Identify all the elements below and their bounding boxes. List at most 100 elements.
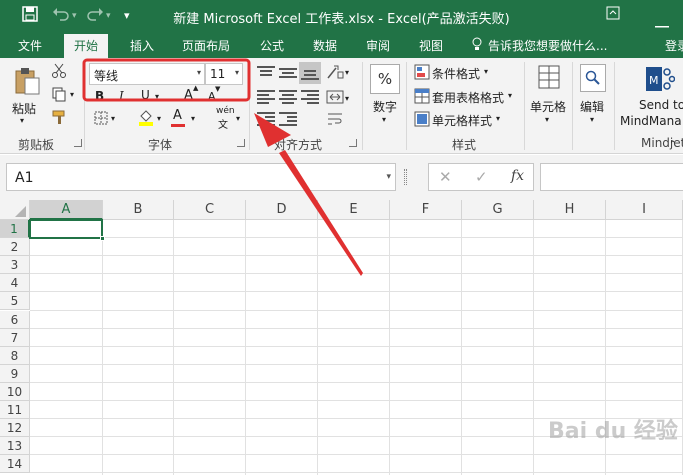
cell-styles-button[interactable]: 单元格样式 [432,112,492,129]
format-as-table-button[interactable]: 套用表格格式 [432,89,504,106]
tab-page-layout[interactable]: 页面布局 [182,37,230,54]
copy-dropdown-icon[interactable]: ▾ [70,90,74,99]
find-icon[interactable] [580,64,606,92]
table-dropdown-icon[interactable]: ▾ [508,91,512,100]
column-header-f[interactable]: F [390,200,462,220]
tab-file[interactable]: 文件 [18,37,42,54]
number-dropdown-icon[interactable]: ▾ [382,115,386,124]
editing-dropdown-icon[interactable]: ▾ [590,115,594,124]
column-header-c[interactable]: C [174,200,246,220]
collapse-ribbon-icon[interactable]: ⌃ [669,140,677,150]
cut-icon[interactable] [50,62,68,80]
italic-button[interactable]: I [119,89,124,103]
send-to-label[interactable]: Send to [639,98,683,112]
column-header-h[interactable]: H [534,200,606,220]
row-header-14[interactable]: 14 [0,455,30,474]
tab-view[interactable]: 视图 [419,37,443,54]
row-header-4[interactable]: 4 [0,274,30,293]
borders-dropdown-icon[interactable]: ▾ [111,114,115,123]
column-header-g[interactable]: G [462,200,534,220]
editing-button[interactable]: 编辑 [580,98,604,115]
mindmanager-icon[interactable]: M [645,64,675,94]
row-header-10[interactable]: 10 [0,382,30,401]
ribbon-display-options-icon[interactable] [606,6,620,24]
select-all-corner[interactable] [0,200,30,220]
decrease-indent-icon[interactable] [257,112,275,126]
fill-color-icon[interactable] [137,108,155,126]
alignment-launcher-icon[interactable] [349,139,357,147]
row-header-6[interactable]: 6 [0,310,30,329]
phonetic-guide-button[interactable]: wén [216,106,235,116]
grow-font-button[interactable]: A [184,88,193,103]
row-header-9[interactable]: 9 [0,364,30,383]
merge-dropdown-icon[interactable]: ▾ [345,94,349,103]
tell-me-box[interactable]: 告诉我您想要做什么... [488,37,607,54]
align-top-icon[interactable] [257,66,275,80]
fill-color-dropdown-icon[interactable]: ▾ [157,114,161,123]
column-header-e[interactable]: E [318,200,390,220]
paste-button[interactable]: 粘贴 [12,100,36,117]
enter-icon[interactable]: ✓ [475,168,488,186]
formula-input[interactable] [540,163,683,191]
row-header-5[interactable]: 5 [0,292,30,311]
row-header-12[interactable]: 12 [0,419,30,438]
font-color-button[interactable]: A [173,108,182,123]
formula-bar-splitter[interactable] [404,169,407,185]
font-size-select[interactable]: 11 ▾ [205,63,243,85]
cells-dropdown-icon[interactable]: ▾ [545,115,549,124]
tab-review[interactable]: 审阅 [366,37,390,54]
wrap-text-icon[interactable] [325,110,345,128]
row-header-8[interactable]: 8 [0,346,30,365]
cells-icon[interactable] [536,62,562,92]
active-cell-a1[interactable] [29,219,103,239]
row-header-2[interactable]: 2 [0,238,30,257]
fill-handle[interactable] [100,236,105,241]
column-header-a[interactable]: A [30,200,103,220]
orientation-dropdown-icon[interactable]: ▾ [345,68,349,77]
paste-icon[interactable] [10,64,44,98]
column-header-i[interactable]: I [606,200,683,220]
signin-link[interactable]: 登录 [665,37,683,54]
align-right-icon[interactable] [301,90,319,104]
font-name-select[interactable]: 等线 ▾ [89,63,205,85]
bold-button[interactable]: B [95,89,104,103]
tab-home[interactable]: 开始 [74,37,98,54]
merge-center-icon[interactable] [325,88,345,106]
tab-data[interactable]: 数据 [313,37,337,54]
conditional-dropdown-icon[interactable]: ▾ [484,67,488,76]
tab-formulas[interactable]: 公式 [260,37,284,54]
row-header-13[interactable]: 13 [0,437,30,456]
clipboard-launcher-icon[interactable] [74,139,82,147]
align-middle-icon[interactable] [279,66,297,80]
font-color-dropdown-icon[interactable]: ▾ [191,114,195,123]
column-header-b[interactable]: B [103,200,174,220]
copy-icon[interactable] [50,85,68,103]
cells-button[interactable]: 单元格 [530,98,566,115]
row-header-11[interactable]: 11 [0,401,30,419]
phonetic-dropdown-icon[interactable]: ▾ [236,114,240,123]
row-header-7[interactable]: 7 [0,328,30,347]
minimize-icon[interactable] [655,14,669,32]
cancel-icon[interactable]: ✕ [439,168,452,186]
insert-function-button[interactable]: fx [511,168,524,184]
borders-icon[interactable] [93,110,109,126]
align-center-icon[interactable] [279,90,297,104]
increase-indent-icon[interactable] [279,112,297,126]
row-header-1[interactable]: 1 [0,220,30,238]
format-painter-icon[interactable] [50,108,68,126]
name-box[interactable]: A1 ▾ [6,163,396,191]
row-header-3[interactable]: 3 [0,256,30,275]
underline-button[interactable]: U [141,88,150,102]
conditional-formatting-button[interactable]: 条件格式 [432,65,480,82]
mindmanager-label[interactable]: MindMana [620,114,682,128]
paste-dropdown-icon[interactable]: ▾ [20,116,24,125]
number-format-button[interactable]: % [370,64,400,94]
column-header-d[interactable]: D [246,200,318,220]
cell-styles-dropdown-icon[interactable]: ▾ [496,114,500,123]
number-button-label[interactable]: 数字 [373,98,397,115]
tab-insert[interactable]: 插入 [130,37,154,54]
underline-dropdown-icon[interactable]: ▾ [155,92,159,101]
name-box-dropdown-icon[interactable]: ▾ [386,172,391,182]
font-launcher-icon[interactable] [237,139,245,147]
align-left-icon[interactable] [257,90,275,104]
